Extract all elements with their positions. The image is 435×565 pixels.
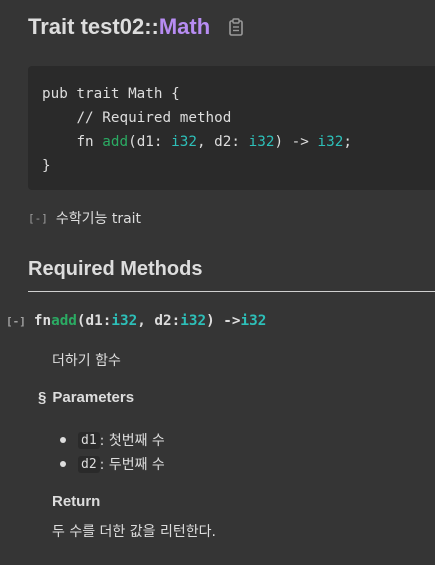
method-arrow: ) -> [206, 313, 241, 329]
section-anchor-link[interactable]: § [38, 389, 46, 406]
page-title: Trait test02 :: Math [28, 14, 246, 40]
method-params-mid: , d2: [137, 313, 181, 329]
decl-arrow: ) -> [274, 134, 318, 150]
bullet-icon [60, 461, 66, 467]
decl-type-link-2[interactable]: i32 [249, 134, 275, 150]
title-trait-name: Math [158, 14, 211, 39]
bullet-icon [60, 437, 66, 443]
trait-declaration: pub trait Math { // Required method fn a… [28, 66, 435, 190]
method-params-open: (d1: [76, 313, 112, 329]
parameters-heading-label: Parameters [52, 389, 135, 406]
return-heading: Return [52, 493, 101, 510]
decl-semicolon: ; [343, 134, 352, 150]
decl-line-1: pub trait Math { [42, 86, 180, 102]
param-description: : 첫번째 수 [99, 433, 165, 449]
method-type-link-1[interactable]: i32 [111, 313, 137, 329]
param-name: d1 [78, 431, 100, 449]
decl-fn-keyword: fn [76, 134, 103, 150]
param-name: d2 [78, 455, 100, 473]
collapse-method-toggle[interactable]: [-] [6, 315, 26, 328]
copy-path-button[interactable] [226, 17, 246, 37]
title-separator: :: [144, 14, 159, 39]
list-item: d2 : 두번째 수 [60, 452, 165, 476]
method-type-link-2[interactable]: i32 [180, 313, 206, 329]
decl-close-brace: } [42, 158, 51, 174]
title-kind: Trait [28, 14, 75, 39]
list-item: d1 : 첫번째 수 [60, 428, 165, 452]
method-return-type-link[interactable]: i32 [241, 313, 267, 329]
method-fn-keyword: fn [33, 313, 52, 329]
clipboard-icon [229, 18, 243, 36]
decl-params-open: (d1: [128, 134, 172, 150]
parameters-heading: § Parameters [38, 389, 134, 406]
trait-doc-summary: 수학기능 trait [55, 211, 142, 227]
return-description: 두 수를 더한 값을 리턴한다. [52, 524, 216, 540]
decl-comment: // Required method [76, 110, 232, 126]
page: Trait test02 :: Math pub trait Math { //… [0, 0, 435, 565]
collapse-doc-toggle[interactable]: [-] [28, 212, 48, 225]
decl-return-type-link[interactable]: i32 [318, 134, 344, 150]
method-description: 더하기 함수 [52, 353, 121, 369]
required-methods-heading[interactable]: Required Methods [28, 258, 435, 292]
method-signature: [-] fn add (d1: i32, d2: i32) -> i32 [6, 313, 266, 329]
decl-params-mid: , d2: [196, 134, 249, 150]
decl-type-link-1[interactable]: i32 [171, 134, 197, 150]
method-name-link[interactable]: add [51, 313, 77, 329]
parameter-list: d1 : 첫번째 수 d2 : 두번째 수 [60, 428, 165, 476]
param-description: : 두번째 수 [99, 457, 165, 473]
decl-fn-name-link[interactable]: add [102, 134, 128, 150]
title-path[interactable]: test02 [81, 14, 145, 40]
trait-doc: [-] 수학기능 trait [28, 208, 141, 228]
